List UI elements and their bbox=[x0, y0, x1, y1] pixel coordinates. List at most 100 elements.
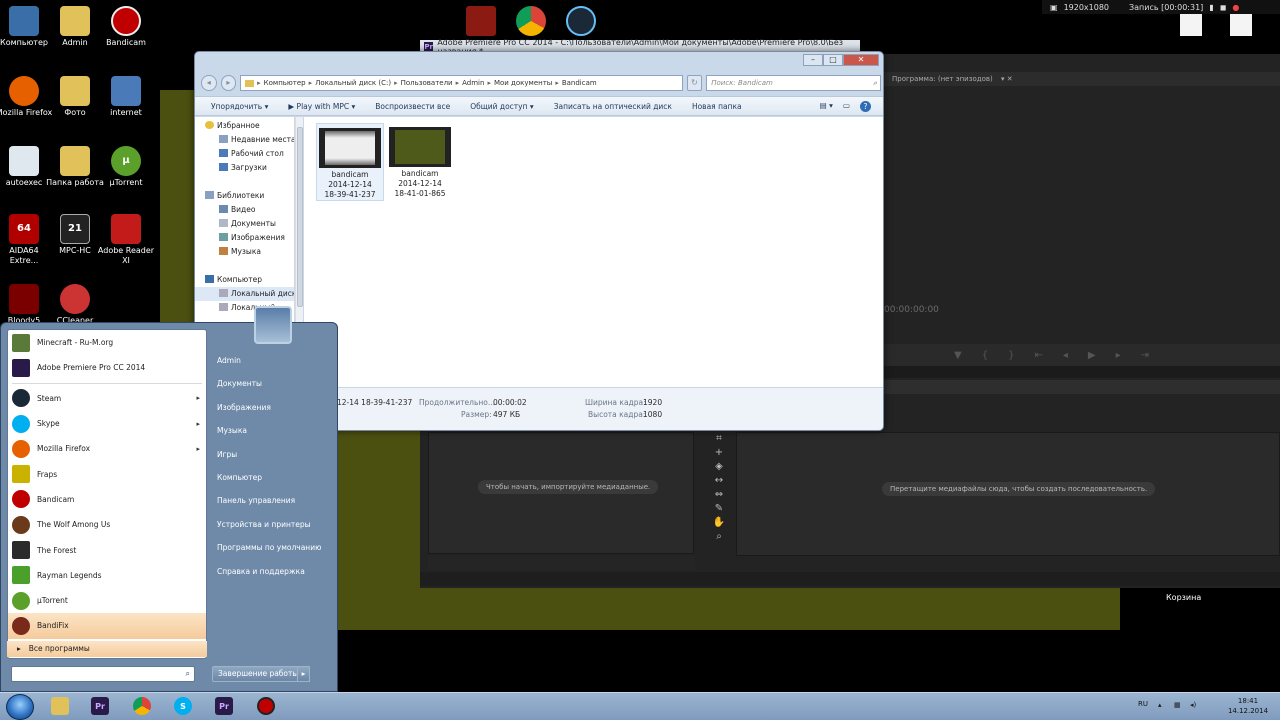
razor-icon[interactable]: ◈ bbox=[710, 460, 728, 474]
start-item-wolf-among-us[interactable]: The Wolf Among Us bbox=[8, 512, 206, 537]
desktop-icon-ccleaner[interactable]: CCleaner bbox=[45, 284, 105, 326]
breadcrumb-item[interactable]: Admin bbox=[462, 79, 484, 87]
new-folder-button[interactable]: Новая папка bbox=[692, 102, 742, 111]
start-item-rayman[interactable]: Rayman Legends bbox=[8, 563, 206, 588]
help-icon[interactable]: ? bbox=[860, 100, 871, 112]
desktop-icon-utorrent[interactable]: µ µTorrent bbox=[96, 146, 156, 188]
view-options-icon[interactable]: ▤ ▾ bbox=[820, 101, 833, 112]
start-item-firefox[interactable]: Mozilla Firefox ▸ bbox=[8, 436, 206, 461]
slide-icon[interactable]: ⇔ bbox=[710, 488, 728, 502]
start-link-music[interactable]: Музыка bbox=[207, 419, 337, 442]
out-point-icon[interactable]: } bbox=[1008, 350, 1014, 361]
tree-item[interactable]: Изображения bbox=[195, 231, 294, 245]
maximize-button[interactable]: □ bbox=[823, 54, 843, 66]
start-button[interactable] bbox=[6, 694, 34, 720]
breadcrumb-item[interactable]: Bandicam bbox=[562, 79, 597, 87]
tree-favorites[interactable]: Избранное bbox=[195, 119, 294, 133]
start-link-pictures[interactable]: Изображения bbox=[207, 396, 337, 419]
start-item-bandifix[interactable]: BandiFix bbox=[8, 613, 206, 639]
tree-item[interactable]: Документы bbox=[195, 217, 294, 231]
clock[interactable]: 18:41 14.12.2014 bbox=[1222, 696, 1274, 716]
forward-button[interactable]: ▸ bbox=[220, 75, 237, 91]
back-button[interactable]: ◂ bbox=[201, 75, 217, 91]
close-button[interactable]: ✕ bbox=[843, 54, 879, 66]
tree-item[interactable]: Музыка bbox=[195, 245, 294, 259]
step-back-icon[interactable]: ◂ bbox=[1063, 350, 1068, 361]
breadcrumb-item[interactable]: Компьютер bbox=[264, 79, 306, 87]
tree-item[interactable]: Видео bbox=[195, 203, 294, 217]
pause-icon[interactable]: ▮ bbox=[1209, 3, 1213, 12]
taskbar-explorer[interactable] bbox=[42, 694, 78, 718]
start-link-help[interactable]: Справка и поддержка bbox=[207, 560, 337, 583]
hand-icon[interactable]: ✋ bbox=[710, 516, 728, 530]
desktop-icon-internet[interactable]: internet bbox=[96, 76, 156, 118]
refresh-button[interactable]: ↻ bbox=[686, 75, 703, 91]
desktop-icon-adobe-reader[interactable]: Adobe Reader XI bbox=[96, 214, 156, 266]
start-link-devices[interactable]: Устройства и принтеры bbox=[207, 513, 337, 536]
play-with-mpc-button[interactable]: ▶ Play with MPC ▾ bbox=[288, 102, 355, 111]
start-item-minecraft[interactable]: Minecraft - Ru-M.org bbox=[8, 330, 206, 355]
go-in-icon[interactable]: ⇤ bbox=[1034, 350, 1042, 361]
start-link-documents[interactable]: Документы bbox=[207, 372, 337, 395]
track-select-icon[interactable]: ⌗ bbox=[710, 432, 728, 446]
in-point-icon[interactable]: { bbox=[982, 350, 988, 361]
share-button[interactable]: Общий доступ ▾ bbox=[470, 102, 534, 111]
tree-item[interactable]: Загрузки bbox=[195, 161, 294, 175]
taskbar-chrome[interactable] bbox=[124, 694, 160, 718]
chevron-right-icon[interactable]: ▸ bbox=[297, 666, 310, 682]
tree-item[interactable]: Рабочий стол bbox=[195, 147, 294, 161]
taskbar-skype[interactable]: S bbox=[165, 694, 201, 718]
tray-icon[interactable]: ▴ bbox=[1158, 701, 1162, 709]
go-out-icon[interactable]: ⇥ bbox=[1141, 350, 1149, 361]
volume-icon[interactable]: ◂) bbox=[1190, 701, 1196, 709]
tree-computer[interactable]: Компьютер bbox=[195, 273, 294, 287]
address-bar[interactable]: ▸ Компьютер ▸ Локальный диск (C:) ▸ Пользов… bbox=[240, 75, 683, 91]
taskbar-premiere[interactable]: Pr bbox=[82, 694, 118, 718]
pen-icon[interactable]: ✎ bbox=[710, 502, 728, 516]
recycle-bin-label[interactable]: Корзина bbox=[1166, 593, 1201, 602]
file-item[interactable]: bandicam 2014-12-14 18-41-01-865 bbox=[386, 123, 454, 199]
camera-icon[interactable]: ◼ bbox=[1220, 3, 1227, 12]
desktop-icon-bandicam[interactable]: Bandicam bbox=[96, 6, 156, 48]
breadcrumb-item[interactable]: Мои документы bbox=[494, 79, 552, 87]
burn-button[interactable]: Записать на оптический диск bbox=[554, 102, 672, 111]
all-programs-button[interactable]: ▸ Все программы bbox=[7, 641, 207, 657]
play-all-button[interactable]: Воспроизвести все bbox=[375, 102, 450, 111]
network-icon[interactable]: ▦ bbox=[1174, 701, 1181, 709]
start-item-the-forest[interactable]: The Forest bbox=[8, 537, 206, 562]
start-link-games[interactable]: Игры bbox=[207, 443, 337, 466]
file-item[interactable]: bandicam 2014-12-14 18-39-41-237 bbox=[316, 123, 384, 201]
start-link-control-panel[interactable]: Панель управления bbox=[207, 489, 337, 512]
taskbar-bandicam[interactable] bbox=[248, 694, 284, 718]
zoom-icon[interactable]: ⌕ bbox=[710, 530, 728, 544]
breadcrumb-item[interactable]: Локальный диск (C:) bbox=[315, 79, 391, 87]
start-item-bandicam[interactable]: Bandicam bbox=[8, 487, 206, 512]
play-icon[interactable]: ▶ bbox=[1088, 350, 1096, 361]
ripple-edit-icon[interactable]: + bbox=[710, 446, 728, 460]
organize-button[interactable]: Упорядочить ▾ bbox=[211, 102, 268, 111]
tree-item[interactable]: Недавние места bbox=[195, 133, 294, 147]
stop-icon[interactable]: ● bbox=[1232, 3, 1239, 12]
slip-icon[interactable]: ↔ bbox=[710, 474, 728, 488]
tree-libraries[interactable]: Библиотеки bbox=[195, 189, 294, 203]
start-link-default-programs[interactable]: Программы по умолчанию bbox=[207, 536, 337, 559]
start-link-user[interactable]: Admin bbox=[207, 349, 337, 372]
program-monitor-tab[interactable]: Программа: (нет эпизодов) ▾ ✕ bbox=[884, 72, 1280, 86]
marker-icon[interactable]: ▼ bbox=[954, 350, 962, 361]
search-input[interactable]: Поиск: Bandicam ⌕ bbox=[706, 75, 881, 91]
scrollbar-thumb[interactable] bbox=[297, 127, 303, 307]
breadcrumb-item[interactable]: Пользователи bbox=[401, 79, 453, 87]
taskbar-premiere-2[interactable]: Pr bbox=[206, 694, 242, 718]
start-search-input[interactable]: ⌕ bbox=[11, 666, 195, 682]
chrome-icon[interactable] bbox=[516, 6, 546, 36]
start-item-steam[interactable]: Steam ▸ bbox=[8, 386, 206, 411]
start-item-fraps[interactable]: Fraps bbox=[8, 461, 206, 486]
tree-item[interactable]: Локальный диск bbox=[195, 287, 294, 301]
shutdown-button[interactable]: Завершение работы ▸ bbox=[212, 666, 310, 682]
preview-pane-icon[interactable]: ▭ bbox=[843, 101, 850, 112]
dota2-icon[interactable] bbox=[466, 6, 496, 36]
start-item-utorrent[interactable]: µTorrent bbox=[8, 588, 206, 613]
minimize-button[interactable]: – bbox=[803, 54, 823, 66]
start-link-computer[interactable]: Компьютер bbox=[207, 466, 337, 489]
start-item-skype[interactable]: Skype ▸ bbox=[8, 411, 206, 436]
